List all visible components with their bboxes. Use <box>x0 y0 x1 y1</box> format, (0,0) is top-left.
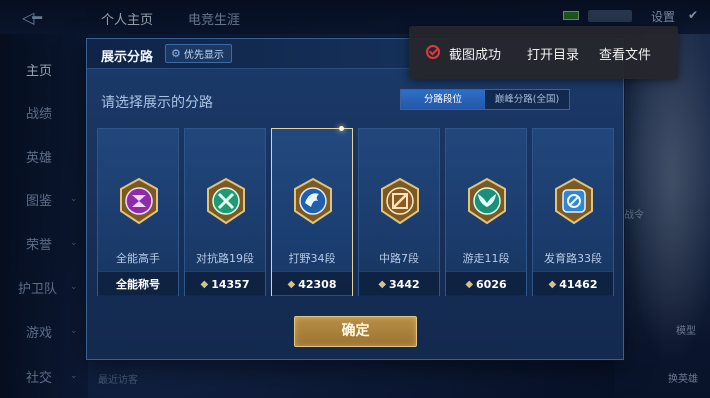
priority-display-label: 优先显示 <box>183 50 224 61</box>
view-file-link[interactable]: 查看文件 <box>599 44 651 63</box>
lane-card-label: 游走11段 <box>462 252 510 265</box>
lane-card-footer: 全能称号 <box>98 271 178 296</box>
purple-ring-emblem-icon <box>120 177 158 225</box>
points-icon: ◆ <box>287 278 296 290</box>
points-icon: ◆ <box>548 278 557 290</box>
blue-dragon-emblem-icon <box>294 177 332 225</box>
lane-card-label: 中路7段 <box>379 252 419 265</box>
lane-card-jungle[interactable]: 打野34段 ◆ 42308 <box>271 126 353 296</box>
points-icon: ◆ <box>465 278 474 290</box>
green-cross-emblem-icon <box>207 177 245 225</box>
lane-points: 42308 <box>298 277 337 291</box>
lane-points: 3442 <box>389 277 420 291</box>
bronze-slash-emblem-icon <box>381 177 419 225</box>
tab-peak-lane[interactable]: 巅峰分路(全国) <box>485 90 569 109</box>
lane-card-label: 全能高手 <box>116 252 160 265</box>
lane-card-roam[interactable]: 游走11段 ◆ 6026 <box>445 128 527 296</box>
lane-points: 41462 <box>559 277 598 291</box>
all-round-title: 全能称号 <box>116 278 160 291</box>
dialog-prompt: 请选择展示的分路 <box>101 95 213 111</box>
teal-wings-emblem-icon <box>468 177 506 225</box>
lane-card-top[interactable]: 对抗路19段 ◆ 14357 <box>184 128 266 296</box>
dialog-title: 展示分路 <box>101 50 154 65</box>
lane-card-label: 对抗路19段 <box>196 252 254 265</box>
lane-card-footer: ◆ 14357 <box>185 271 265 296</box>
check-circle-icon <box>426 45 440 59</box>
screenshot-toast: 截图成功 打开目录 查看文件 <box>409 26 678 79</box>
lane-card-footer: ◆ 6026 <box>446 271 526 296</box>
lane-points: 6026 <box>476 277 507 291</box>
confirm-button[interactable]: 确定 <box>294 316 417 347</box>
lane-card-list: 全能高手 全能称号 对抗路19段 ◆ 14357 打野34段 ◆ 42308 中… <box>97 126 617 296</box>
lane-points: 14357 <box>211 277 250 291</box>
lane-card-label: 发育路33段 <box>544 252 602 265</box>
lane-card-footer: ◆ 3442 <box>359 271 439 296</box>
points-icon: ◆ <box>378 278 387 290</box>
gear-icon: ⚙ <box>171 47 181 60</box>
lane-card-label: 打野34段 <box>288 252 336 265</box>
toast-message: 截图成功 <box>449 48 502 63</box>
lane-card-farm[interactable]: 发育路33段 ◆ 41462 <box>532 128 614 296</box>
lane-card-footer: ◆ 42308 <box>272 271 352 296</box>
lane-segment-control: 分路段位 巅峰分路(全国) <box>400 89 570 110</box>
open-folder-link[interactable]: 打开目录 <box>527 44 579 63</box>
lane-card-all-round[interactable]: 全能高手 全能称号 <box>97 128 179 296</box>
lightblue-target-emblem-icon <box>555 177 593 225</box>
lane-card-mid[interactable]: 中路7段 ◆ 3442 <box>358 128 440 296</box>
lane-display-dialog: 展示分路 ⚙ 优先显示 请选择展示的分路 分路段位 巅峰分路(全国) 全能高手 … <box>86 38 625 360</box>
priority-display-button[interactable]: ⚙ 优先显示 <box>165 44 232 63</box>
tab-lane-rank[interactable]: 分路段位 <box>401 90 485 109</box>
points-icon: ◆ <box>200 278 209 290</box>
lane-card-footer: ◆ 41462 <box>533 271 613 296</box>
